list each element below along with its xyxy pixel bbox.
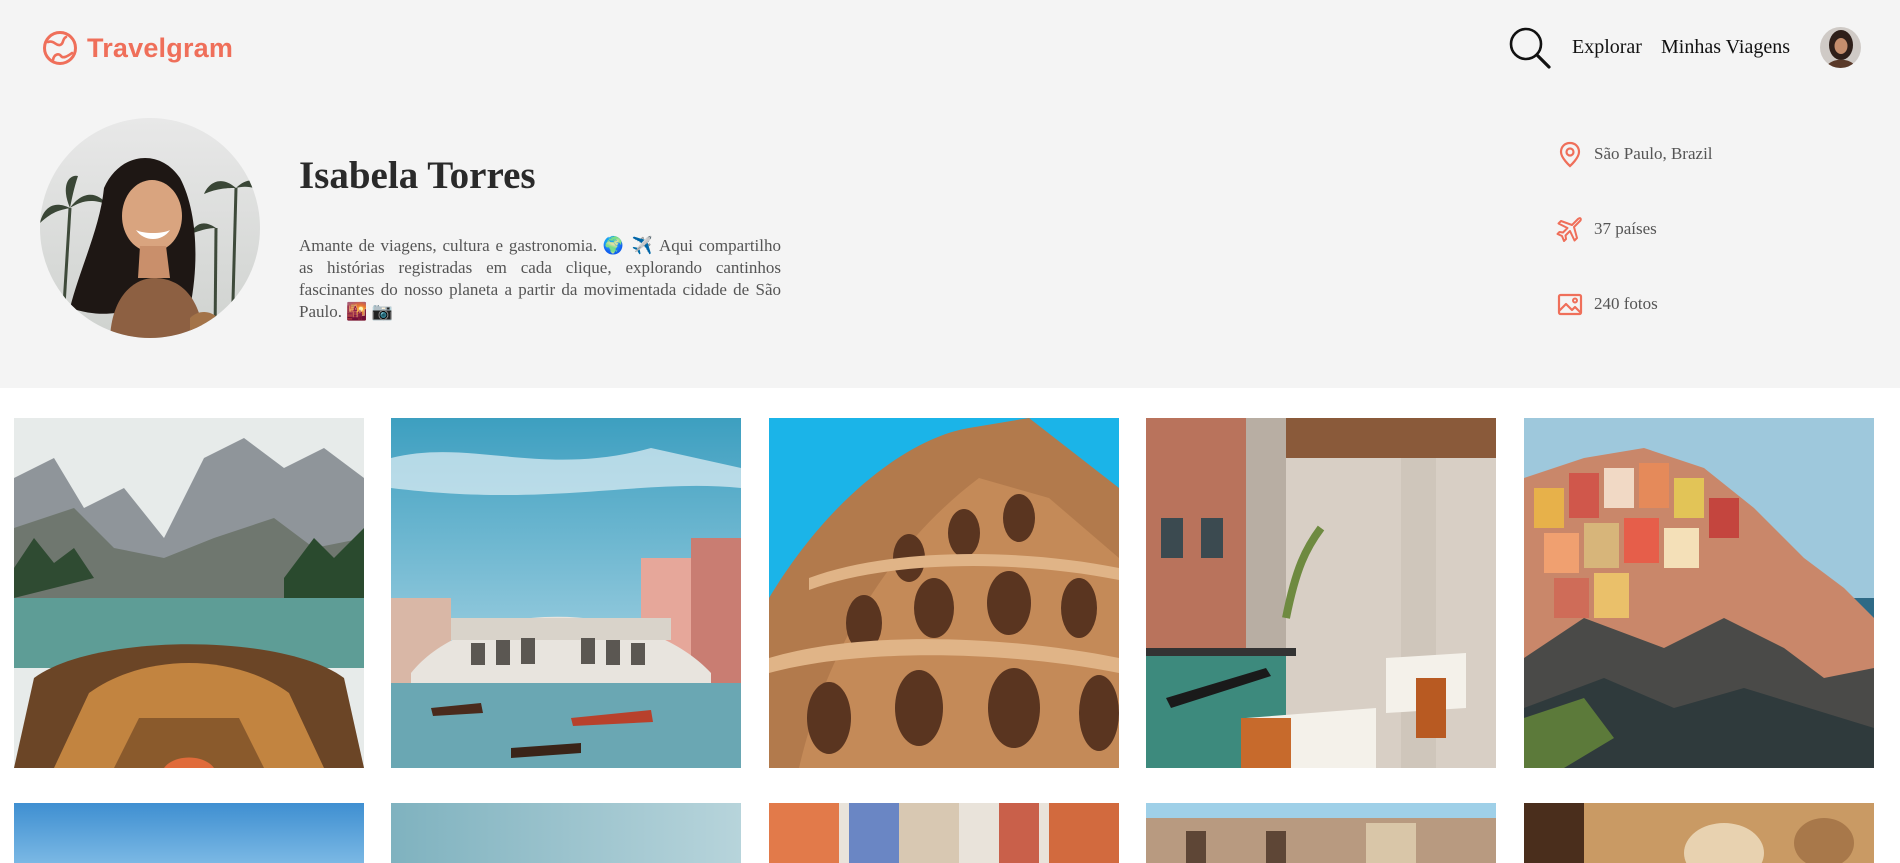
nav-trips-link[interactable]: Minhas Viagens <box>1661 36 1790 59</box>
globe-icon <box>43 31 77 65</box>
stat-countries: 37 países <box>1556 215 1657 243</box>
location-pin-icon <box>1559 141 1581 168</box>
photo-venice-rialto-bridge[interactable] <box>391 418 741 768</box>
stat-location: São Paulo, Brazil <box>1556 140 1713 168</box>
profile-photo <box>40 118 260 338</box>
photo-cinque-terre[interactable] <box>1524 418 1874 768</box>
airplane-icon <box>1556 217 1582 242</box>
brand-logo[interactable]: Travelgram <box>42 30 233 66</box>
nav-explore-link[interactable]: Explorar <box>1572 36 1642 59</box>
stat-location-text: São Paulo, Brazil <box>1594 144 1713 163</box>
photo-row2-sky[interactable] <box>14 803 364 863</box>
photo-venice-canal-restaurant[interactable] <box>1146 418 1496 768</box>
profile-bio: Amante de viagens, cultura e gastronomia… <box>299 236 781 321</box>
image-icon <box>1557 293 1583 316</box>
user-avatar[interactable] <box>1820 27 1861 68</box>
search-button[interactable] <box>1508 26 1552 70</box>
stat-countries-text: 37 países <box>1594 219 1657 238</box>
search-icon <box>1509 27 1551 69</box>
photo-row2-building[interactable] <box>1146 803 1496 863</box>
profile-name: Isabela Torres <box>299 154 536 197</box>
photo-mountain-lake-boat[interactable] <box>14 418 364 768</box>
stat-photos-text: 240 fotos <box>1594 294 1658 313</box>
brand-name: Travelgram <box>87 32 234 63</box>
photo-colosseum[interactable] <box>769 418 1119 768</box>
photo-row2-food[interactable] <box>1524 803 1874 863</box>
photo-row2-sea[interactable] <box>391 803 741 863</box>
photo-row2-street[interactable] <box>769 803 1119 863</box>
stat-photos: 240 fotos <box>1556 290 1658 318</box>
